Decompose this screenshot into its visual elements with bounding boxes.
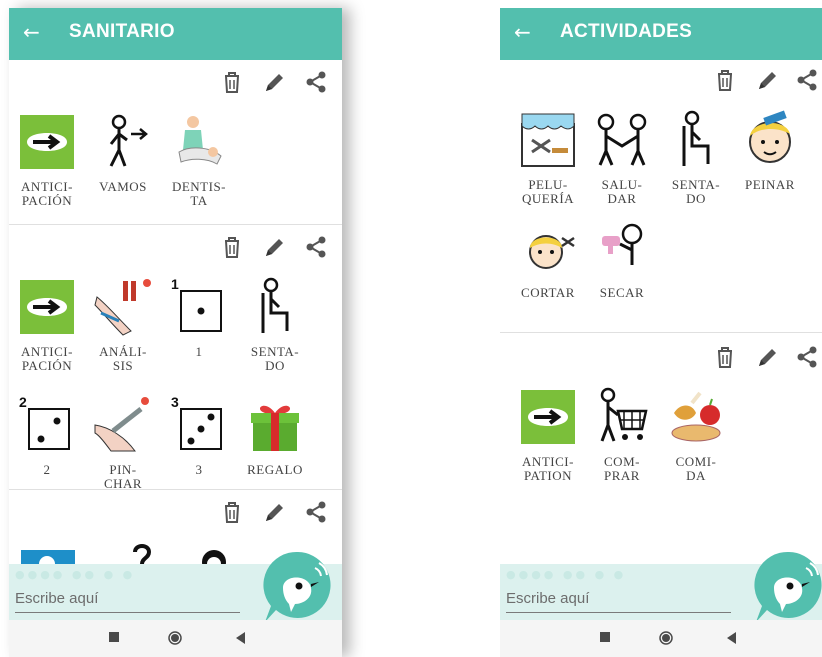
speak-bird-icon[interactable] xyxy=(750,548,822,626)
hair-dryer-icon xyxy=(602,223,643,265)
home-icon[interactable] xyxy=(656,628,676,648)
pictogram-board: ANTICI- PACIÓN VAMOS DENTIS- TA xyxy=(9,60,342,224)
decorative-dots: ●●●● ●● ● ● xyxy=(506,568,627,581)
edit-pencil-icon[interactable] xyxy=(756,345,778,369)
share-icon[interactable] xyxy=(305,235,327,259)
pictogram-tile[interactable]: CORTAR xyxy=(510,218,586,336)
pictogram-tile[interactable]: SALU- DAR xyxy=(584,110,660,228)
pictogram-tile[interactable]: ANTICI- PACIÓN xyxy=(9,277,85,395)
pictogram-tile[interactable]: ANTICI- PACIÓN xyxy=(9,112,85,230)
android-nav-bar xyxy=(500,620,822,657)
edit-pencil-icon[interactable] xyxy=(263,500,285,524)
decorative-dots: ●●●● ●● ● ● xyxy=(15,568,136,581)
input-underline xyxy=(506,612,731,613)
phone-screen-sanitario: ← SANITARIO ANTICI- PACIÓN VAMOS DENTIS-… xyxy=(9,8,342,657)
go-icon xyxy=(109,114,148,167)
share-icon[interactable] xyxy=(796,68,818,92)
recent-apps-icon[interactable] xyxy=(105,628,125,648)
share-icon[interactable] xyxy=(305,70,327,94)
partial-pictogram-icon xyxy=(21,550,75,564)
question-icon xyxy=(133,544,152,564)
haircut-icon xyxy=(529,235,575,269)
seated-icon xyxy=(682,110,710,166)
back-nav-icon[interactable] xyxy=(722,628,742,648)
food-icon xyxy=(671,391,721,442)
app-bar: ← ACTIVIDADES xyxy=(500,8,822,60)
trash-icon[interactable] xyxy=(714,68,736,92)
trash-icon[interactable] xyxy=(221,70,243,94)
pictogram-tile[interactable]: PELU- QUERÍA xyxy=(510,110,586,228)
trash-icon[interactable] xyxy=(221,235,243,259)
trash-icon[interactable] xyxy=(221,500,243,524)
pictogram-tile[interactable]: 1 1 xyxy=(161,277,237,395)
back-arrow-icon[interactable]: ← xyxy=(514,20,531,44)
svg-text:2: 2 xyxy=(19,395,27,410)
pictogram-tile[interactable]: ANTICI- PATION xyxy=(510,387,586,505)
dentist-icon xyxy=(178,116,222,165)
hairdresser-icon xyxy=(521,113,575,167)
anticipation-icon xyxy=(20,280,74,334)
pictogram-tile[interactable]: PEINAR xyxy=(732,110,808,228)
pictogram-tile[interactable]: SECAR xyxy=(584,218,660,336)
greet-icon xyxy=(597,113,647,166)
home-icon[interactable] xyxy=(165,628,185,648)
page-title: ACTIVIDADES xyxy=(560,21,693,42)
input-underline xyxy=(15,612,240,613)
back-arrow-icon[interactable]: ← xyxy=(23,20,40,44)
app-bar: ← SANITARIO xyxy=(9,8,342,60)
seated-icon xyxy=(261,277,289,333)
gift-icon xyxy=(251,405,299,451)
dice-two-icon: 2 xyxy=(19,395,70,450)
pictogram-tile[interactable]: COM- PRAR xyxy=(584,387,660,505)
share-icon[interactable] xyxy=(796,345,818,369)
comb-hair-icon xyxy=(749,110,791,163)
injection-icon xyxy=(94,397,149,452)
dice-three-icon: 3 xyxy=(171,395,222,450)
blood-test-icon xyxy=(94,279,151,336)
trash-icon[interactable] xyxy=(714,345,736,369)
message-input[interactable]: Escribe aquí xyxy=(506,590,589,607)
edit-pencil-icon[interactable] xyxy=(263,235,285,259)
page-title: SANITARIO xyxy=(69,21,175,42)
svg-text:1: 1 xyxy=(171,277,179,292)
pictogram-tile[interactable]: DENTIS- TA xyxy=(161,112,237,230)
anticipation-icon xyxy=(521,390,575,444)
recent-apps-icon[interactable] xyxy=(596,628,616,648)
anticipation-icon xyxy=(20,115,74,169)
pictogram-board: ANTICI- PATION COM- PRAR COMI- DA xyxy=(500,333,822,564)
edit-pencil-icon[interactable] xyxy=(263,70,285,94)
message-input[interactable]: Escribe aquí xyxy=(15,590,98,607)
pictogram-tile[interactable]: ANÁLI- SIS xyxy=(85,277,161,395)
shopping-cart-icon xyxy=(600,387,648,442)
back-nav-icon[interactable] xyxy=(231,628,251,648)
pictogram-tile[interactable]: SENTA- DO xyxy=(658,110,734,228)
svg-text:3: 3 xyxy=(171,395,179,410)
edit-pencil-icon[interactable] xyxy=(756,68,778,92)
speak-bird-icon[interactable] xyxy=(259,548,337,626)
pictogram-tile[interactable]: COMI- DA xyxy=(658,387,734,505)
phone-screen-actividades: ← ACTIVIDADES PELU- QUERÍA SALU- DAR SEN… xyxy=(500,8,822,657)
dice-one-icon: 1 xyxy=(171,277,222,332)
pictogram-tile[interactable]: VAMOS xyxy=(85,112,161,230)
android-nav-bar xyxy=(9,620,342,657)
pictogram-board: ANTICI- PACIÓN ANÁLI- SIS 1 1 SENTA- DO … xyxy=(9,225,342,491)
pictogram-tile[interactable]: SENTA- DO xyxy=(237,277,313,395)
face-icon xyxy=(202,550,226,564)
share-icon[interactable] xyxy=(305,500,327,524)
pictogram-board: PELU- QUERÍA SALU- DAR SENTA- DO PEINAR … xyxy=(500,60,822,332)
